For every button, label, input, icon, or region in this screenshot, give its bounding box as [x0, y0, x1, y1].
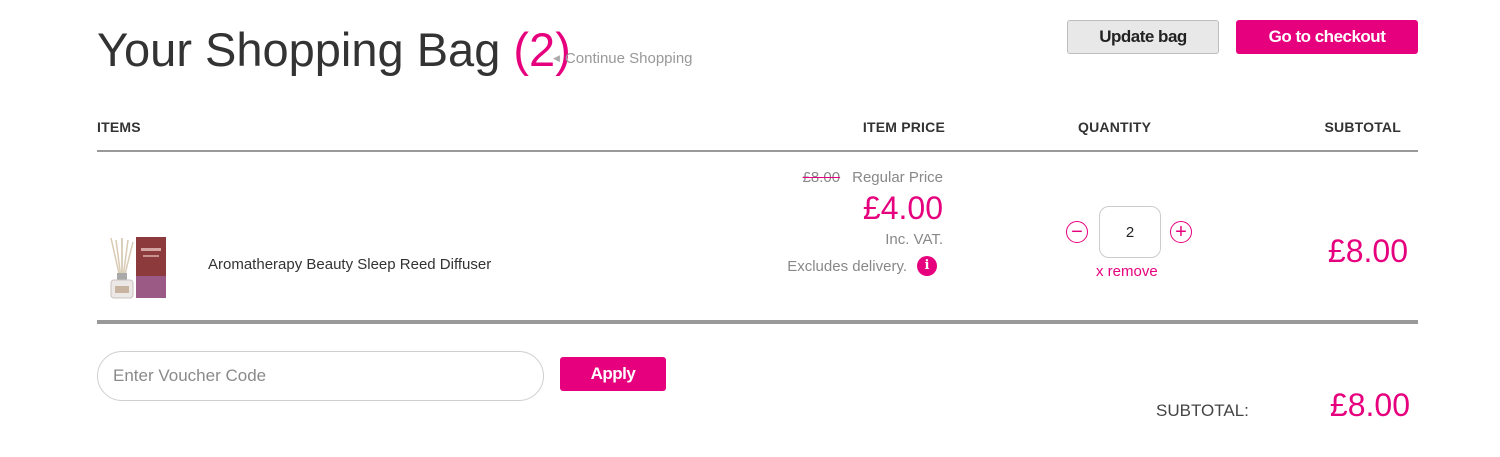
item-subtotal: £8.00 [1327, 233, 1408, 269]
reed-diffuser-image [110, 237, 166, 299]
column-header-subtotal: SUBTOTAL [1324, 119, 1401, 135]
column-header-items: ITEMS [97, 119, 141, 135]
sale-price: £4.00 [862, 190, 943, 226]
page-title-text: Your Shopping Bag [97, 23, 501, 76]
regular-price-label: Regular Price [852, 169, 943, 186]
decrease-quantity-button[interactable]: − [1066, 221, 1088, 243]
subtotal-value: £8.00 [1329, 387, 1410, 423]
items-bottom-divider [97, 320, 1418, 324]
caret-left-icon: ◀ [553, 53, 560, 63]
remove-item-link[interactable]: x remove [1096, 263, 1158, 280]
update-bag-button[interactable]: Update bag [1067, 20, 1219, 54]
continue-shopping-label: Continue Shopping [564, 50, 693, 67]
checkout-button[interactable]: Go to checkout [1236, 20, 1418, 54]
column-header-item-price: ITEM PRICE [862, 119, 945, 135]
apply-voucher-button[interactable]: Apply [560, 357, 666, 391]
excludes-delivery-row: Excludes delivery. i [787, 256, 937, 276]
old-price: £8.00 [802, 169, 841, 186]
column-header-quantity: QUANTITY [1078, 119, 1152, 135]
continue-shopping-link[interactable]: ◀ Continue Shopping [553, 50, 693, 67]
page-title: Your Shopping Bag (2) [97, 22, 571, 78]
plus-circle-icon: + [1175, 221, 1187, 243]
quantity-input[interactable] [1099, 206, 1161, 258]
inc-vat-label: Inc. VAT. [885, 231, 943, 248]
header-divider [97, 150, 1418, 152]
regular-price-row: £8.00 Regular Price [803, 169, 943, 186]
product-thumbnail[interactable] [106, 236, 170, 300]
excludes-delivery-label: Excludes delivery. [787, 257, 907, 275]
product-name[interactable]: Aromatherapy Beauty Sleep Reed Diffuser [208, 256, 491, 273]
subtotal-label: SUBTOTAL: [1156, 401, 1249, 420]
info-icon[interactable]: i [917, 256, 937, 276]
minus-circle-icon: − [1071, 221, 1083, 243]
increase-quantity-button[interactable]: + [1170, 221, 1192, 243]
voucher-code-input[interactable] [97, 351, 544, 401]
